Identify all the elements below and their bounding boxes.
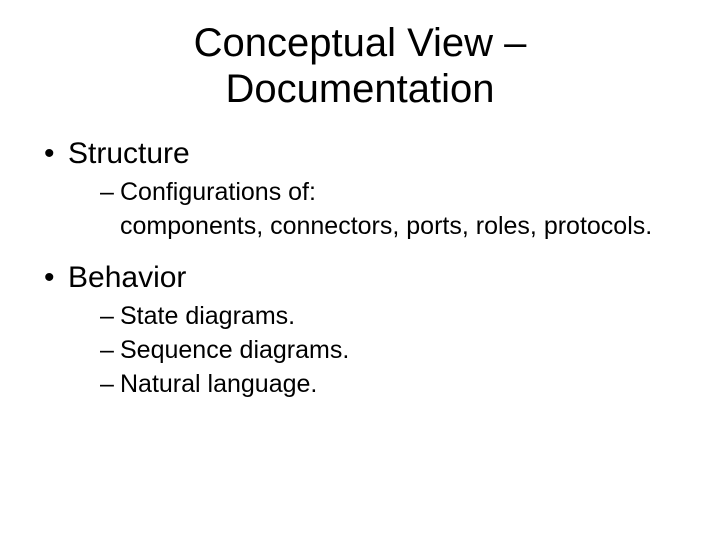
section-behavior: Behavior State diagrams. Sequence diagra… [40,261,680,401]
structure-item-configurations: Configurations of: [100,177,680,208]
section-heading: Behavior [68,261,186,294]
behavior-item-sequence: Sequence diagrams. [100,335,680,366]
main-list: Structure Configurations of: components,… [40,137,680,400]
section-structure: Structure Configurations of: components,… [40,137,680,243]
section-heading: Structure [68,137,190,170]
behavior-item-natural: Natural language. [100,369,680,400]
structure-item-configurations-detail: components, connectors, ports, roles, pr… [100,211,680,242]
slide-title: Conceptual View – Documentation [40,20,680,112]
behavior-item-state: State diagrams. [100,301,680,332]
structure-sublist: Configurations of: components, connector… [68,177,680,243]
behavior-sublist: State diagrams. Sequence diagrams. Natur… [68,301,680,401]
